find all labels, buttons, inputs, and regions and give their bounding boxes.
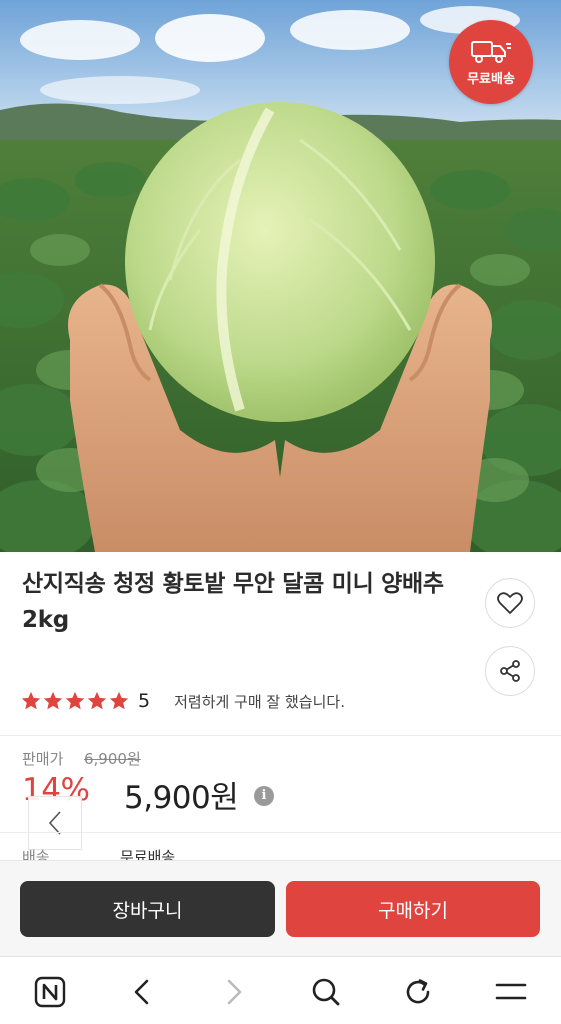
- price-info-icon[interactable]: i: [254, 786, 274, 806]
- menu-icon: [495, 983, 527, 1000]
- back-button[interactable]: [124, 975, 158, 1009]
- share-icon: [500, 660, 520, 682]
- star-icon: [65, 691, 85, 710]
- heart-icon: [497, 592, 523, 614]
- buy-now-button[interactable]: 구매하기: [286, 881, 540, 937]
- free-shipping-badge: 무료배송: [449, 20, 533, 104]
- refresh-button[interactable]: [401, 975, 435, 1009]
- free-shipping-badge-label: 무료배송: [467, 71, 515, 87]
- browser-bottom-nav: [0, 956, 561, 1024]
- review-snippet[interactable]: 저렴하게 구매 잘 했습니다.: [174, 691, 345, 712]
- search-icon: [312, 978, 340, 1006]
- image-prev-button[interactable]: [28, 796, 82, 850]
- sale-price: 5,900원: [124, 780, 239, 816]
- add-to-cart-button[interactable]: 장바구니: [20, 881, 275, 937]
- search-button[interactable]: [309, 975, 343, 1009]
- star-icon: [109, 691, 129, 710]
- price-label: 판매가: [22, 750, 64, 768]
- star-icon: [43, 691, 63, 710]
- rating-row[interactable]: 5 저렴하게 구매 잘 했습니다.: [20, 688, 345, 714]
- naver-home-button[interactable]: [33, 975, 67, 1009]
- product-image[interactable]: 무료배송: [0, 0, 561, 552]
- divider: [0, 832, 561, 833]
- star-icon: [21, 691, 41, 710]
- star-rating: [20, 690, 130, 712]
- refresh-icon: [406, 979, 430, 1004]
- back-icon: [134, 979, 149, 1005]
- wishlist-button[interactable]: [485, 578, 535, 628]
- divider: [0, 735, 561, 736]
- share-button[interactable]: [485, 646, 535, 696]
- original-price: 6,900원: [84, 750, 141, 768]
- star-icon: [87, 691, 107, 710]
- delivery-truck-icon: [471, 40, 511, 63]
- naver-home-icon: [34, 976, 66, 1008]
- rating-score: 5: [138, 690, 151, 712]
- menu-button[interactable]: [494, 975, 528, 1009]
- forward-icon: [227, 979, 242, 1005]
- product-title: 산지직송 청정 황토밭 무안 달콤 미니 양배추 2kg: [22, 571, 444, 633]
- purchase-bar: 장바구니 구매하기: [0, 860, 561, 956]
- forward-button[interactable]: [218, 975, 252, 1009]
